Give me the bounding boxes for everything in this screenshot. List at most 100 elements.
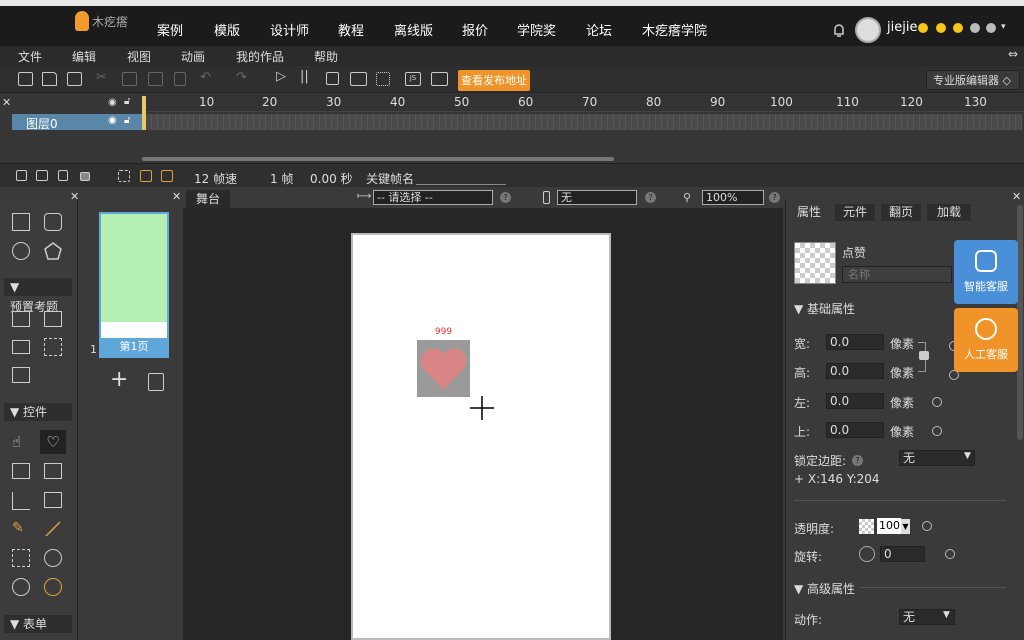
- basic-properties-header[interactable]: ▼ 基础属性: [794, 300, 855, 317]
- timer-tool-icon[interactable]: [44, 549, 62, 567]
- open-folder-icon[interactable]: [42, 72, 57, 86]
- help-icon[interactable]: ?: [500, 192, 511, 203]
- tab-page-turn[interactable]: 翻页: [881, 204, 921, 221]
- close-icon[interactable]: ✕: [172, 190, 181, 203]
- nav-item-academy-award[interactable]: 学院奖: [517, 20, 556, 39]
- lock-icon[interactable]: 🔓︎: [124, 96, 130, 107]
- chart-tool-icon[interactable]: [12, 492, 30, 510]
- save-icon[interactable]: [67, 72, 82, 86]
- polygon-tool-icon[interactable]: [43, 241, 63, 261]
- publish-url-button[interactable]: 查看发布地址: [458, 70, 530, 91]
- like-widget[interactable]: [417, 340, 470, 397]
- add-page-button[interactable]: +: [110, 369, 128, 391]
- editor-mode-select[interactable]: 专业版编辑器 ◇: [926, 70, 1020, 90]
- element-thumbnail[interactable]: [794, 242, 836, 284]
- menu-view[interactable]: 视图: [127, 48, 151, 65]
- crop-tool-icon[interactable]: [44, 338, 62, 356]
- device-select[interactable]: -- 请选择 --: [373, 190, 493, 205]
- left-input[interactable]: 0.0: [826, 393, 884, 409]
- copy-page-icon[interactable]: [148, 373, 164, 391]
- help-icon[interactable]: ?: [769, 192, 780, 203]
- rotation-dial-icon[interactable]: [859, 546, 875, 562]
- opacity-dropdown-icon[interactable]: ▼: [901, 519, 910, 534]
- redo-icon[interactable]: ↷: [236, 70, 247, 85]
- orientation-select[interactable]: 无: [557, 190, 637, 205]
- menu-help[interactable]: 帮助: [314, 48, 338, 65]
- stop-icon[interactable]: [326, 72, 339, 85]
- fps-label[interactable]: 12 帧速: [194, 170, 237, 187]
- delete-layer-icon[interactable]: [58, 170, 68, 181]
- avatar[interactable]: [855, 17, 881, 43]
- close-icon[interactable]: ✕: [2, 96, 11, 109]
- height-input[interactable]: 0.0: [826, 363, 884, 379]
- menu-animation[interactable]: 动画: [181, 48, 205, 65]
- username[interactable]: jiejie: [887, 20, 917, 35]
- folder-icon[interactable]: [36, 170, 48, 181]
- menu-file[interactable]: 文件: [18, 48, 42, 65]
- zoom-select[interactable]: 100%: [702, 190, 764, 205]
- stage-canvas[interactable]: [351, 233, 611, 640]
- layer-row[interactable]: 图层0 ◉ 🔓︎: [12, 114, 142, 131]
- nav-item-academy[interactable]: 木疙瘩学院: [642, 20, 707, 39]
- hand-tool-icon[interactable]: ☝: [12, 433, 21, 451]
- bell-icon[interactable]: [832, 22, 846, 38]
- menu-edit[interactable]: 编辑: [72, 48, 96, 65]
- sphere-tool-icon[interactable]: [12, 578, 30, 596]
- human-service-button[interactable]: 人工客服: [954, 308, 1018, 372]
- width-input[interactable]: 0.0: [826, 334, 884, 350]
- eye-icon[interactable]: ◉: [108, 115, 117, 126]
- close-icon[interactable]: ✕: [1012, 190, 1021, 203]
- orbit-tool-icon[interactable]: [44, 578, 62, 596]
- tab-properties[interactable]: 属性: [789, 204, 829, 221]
- help-icon[interactable]: ?: [645, 192, 656, 203]
- rotation-input[interactable]: 0: [880, 546, 925, 562]
- opacity-input[interactable]: 100: [877, 518, 901, 534]
- timeline-ruler[interactable]: 10 20 30 40 50 60 70 80 90 100 110 120 1…: [142, 94, 1024, 112]
- nav-item-templates[interactable]: 模版: [214, 20, 240, 39]
- nav-item-pricing[interactable]: 报价: [462, 20, 488, 39]
- eye-icon[interactable]: ◉: [108, 97, 117, 108]
- text-list-tool-icon[interactable]: [12, 367, 30, 383]
- mail-tool-icon[interactable]: [12, 463, 30, 479]
- qrcode-icon[interactable]: [376, 72, 390, 86]
- frame-track[interactable]: [146, 114, 1022, 130]
- table-tool-icon[interactable]: [12, 340, 30, 354]
- timeline-scrollbar[interactable]: [142, 157, 614, 161]
- advanced-properties-header[interactable]: ▼ 高级属性: [794, 580, 855, 597]
- line-tool-icon[interactable]: [44, 520, 62, 538]
- cut-icon[interactable]: ✂: [96, 70, 107, 85]
- help-icon[interactable]: ?: [852, 455, 863, 466]
- nav-item-cases[interactable]: 案例: [157, 20, 183, 39]
- nav-item-offline[interactable]: 离线版: [394, 20, 433, 39]
- tab-components[interactable]: 元件: [835, 204, 875, 221]
- transform-tool-icon[interactable]: [12, 549, 30, 567]
- play-icon[interactable]: ▷: [276, 69, 286, 84]
- circle-tool-icon[interactable]: [12, 242, 30, 260]
- js-icon[interactable]: JS: [405, 72, 421, 86]
- close-icon[interactable]: ✕: [70, 190, 79, 203]
- keyframe-icon[interactable]: [140, 170, 152, 182]
- menu-my-works[interactable]: 我的作品: [236, 48, 284, 65]
- new-file-icon[interactable]: [18, 72, 33, 86]
- card-icon[interactable]: [431, 72, 448, 86]
- copy-icon[interactable]: [122, 72, 137, 86]
- tab-stage[interactable]: 舞台: [186, 190, 230, 208]
- preview-icon[interactable]: [350, 72, 367, 86]
- tab-loading[interactable]: 加载: [927, 204, 971, 221]
- collapse-icon[interactable]: ⇔: [1008, 47, 1018, 61]
- new-layer-icon[interactable]: [16, 170, 27, 181]
- smart-service-button[interactable]: 智能客服: [954, 240, 1018, 304]
- nav-item-designers[interactable]: 设计师: [270, 20, 309, 39]
- rectangle-tool-icon[interactable]: [12, 213, 30, 231]
- preset-collapse[interactable]: ▼: [4, 278, 72, 296]
- lock-icon[interactable]: 🔓︎: [124, 115, 130, 126]
- rounded-rect-tool-icon[interactable]: [44, 213, 62, 231]
- onion-skin-icon[interactable]: [118, 170, 130, 182]
- aspect-lock-icon[interactable]: [919, 351, 929, 360]
- keyframe-name-input[interactable]: [416, 184, 506, 185]
- playhead[interactable]: [142, 96, 146, 130]
- logo[interactable]: 木疙瘩: [75, 11, 128, 31]
- delete-icon[interactable]: [174, 72, 186, 86]
- like-tool-icon[interactable]: ♡: [40, 430, 66, 454]
- counter-tool-icon[interactable]: [44, 463, 62, 479]
